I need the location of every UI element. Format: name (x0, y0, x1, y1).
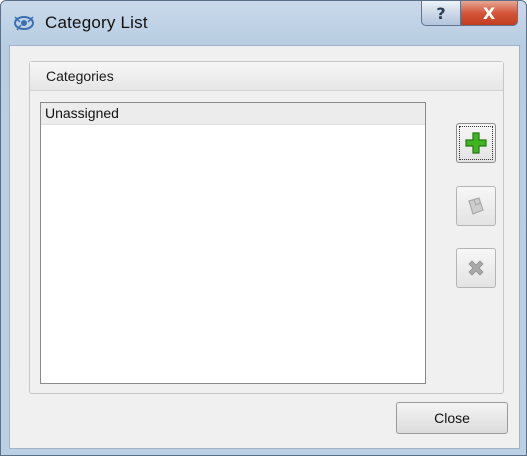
delete-category-button[interactable] (456, 248, 496, 288)
categories-list[interactable]: Unassigned (40, 102, 426, 384)
window-close-button[interactable]: X (461, 1, 518, 26)
edit-category-button[interactable] (456, 186, 496, 226)
help-icon: ? (436, 3, 446, 23)
app-icon (13, 13, 35, 33)
categories-group: Categories Unassigned (29, 61, 504, 394)
x-icon (468, 260, 484, 276)
edit-icon (468, 197, 484, 215)
list-item[interactable]: Unassigned (41, 103, 425, 125)
add-category-button[interactable] (456, 123, 496, 163)
dialog-body: Categories Unassigned Close (9, 45, 520, 449)
categories-group-header: Categories (30, 62, 503, 91)
category-list-window: Category List ? X Categories Unassigned (0, 0, 527, 456)
window-title: Category List (45, 13, 148, 32)
close-button[interactable]: Close (396, 402, 508, 434)
help-button[interactable]: ? (421, 1, 461, 26)
close-icon: X (482, 3, 496, 23)
title-buttons: ? X (421, 1, 518, 26)
plus-icon (465, 132, 487, 154)
title-bar[interactable]: Category List ? X (1, 1, 526, 45)
